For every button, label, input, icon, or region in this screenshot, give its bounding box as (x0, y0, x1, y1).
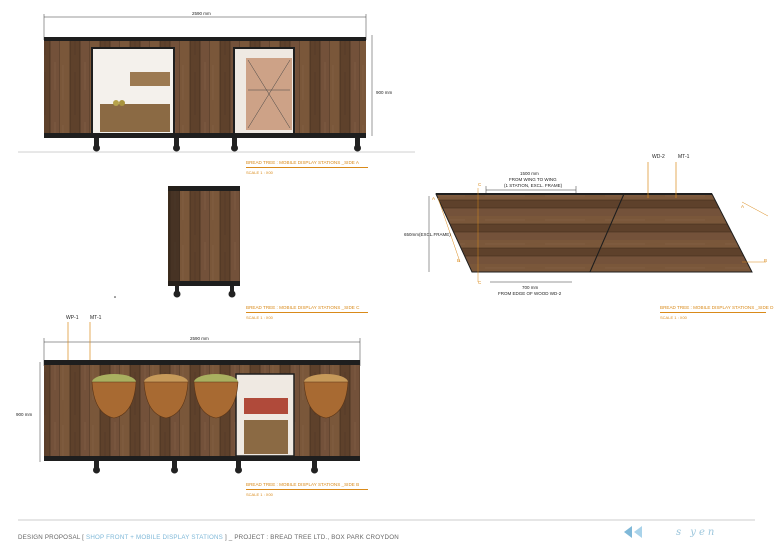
footer-suffix: ] _ PROJECT : BREAD TREE LTD., BOX PARK … (224, 534, 399, 541)
side-a-caption: BREAD TREE : MOBILE DISPLAY STATIONS _SI… (246, 160, 359, 165)
side-c-caption-underline (246, 312, 368, 313)
side-a-caption-underline (246, 167, 368, 168)
plan-dim-left: 650mm(EXCL.FRAME) (404, 232, 451, 237)
side-b-caption-underline (246, 489, 368, 490)
side-a-scale: SCALE 1 : X00 (246, 170, 273, 175)
plan-marker-c-top: C (478, 182, 482, 187)
drawing-canvas (18, 14, 769, 538)
side-b-wheels (93, 461, 318, 474)
plan-marker-b-right: B (764, 258, 768, 263)
side-b-height-dimension: 900 mm (16, 412, 33, 417)
plan-marker-a-right: A (741, 204, 745, 209)
footer-prefix: DESIGN PROPOSAL [ (18, 534, 85, 541)
side-c-scale: SCALE 1 : X00 (246, 315, 273, 320)
plan-caption-underline (660, 312, 766, 313)
footer-logo-text: s yen (676, 527, 718, 538)
side-b-scale: SCALE 1 : X00 (246, 492, 273, 497)
side-b-tag-mt: MT-1 (90, 315, 102, 321)
side-a-height-dimension: 900 mm (376, 90, 393, 95)
plan-tag-mt: MT-1 (678, 154, 690, 160)
side-a-width-dimension: 2590 mm (192, 11, 211, 16)
plan-view (428, 162, 769, 283)
plan-scale: SCALE 1 : X00 (660, 315, 687, 320)
plan-marker-a-left: A (432, 196, 436, 201)
side-b-caption: BREAD TREE : MOBILE DISPLAY STATIONS _SI… (246, 482, 360, 487)
plan-caption: BREAD TREE : MOBILE DISPLAY STATIONS _SI… (660, 305, 774, 310)
plan-marker-c-bottom: C (478, 280, 482, 285)
side-c-caption: BREAD TREE : MOBILE DISPLAY STATIONS _SI… (246, 305, 360, 310)
footer-highlight: SHOP FRONT + MOBILE DISPLAY STATIONS (86, 534, 224, 541)
plan-dim-top-value: 1500 mm (520, 171, 539, 176)
plan-marker-b-left: B (457, 258, 461, 263)
side-b-elevation (39, 322, 361, 474)
side-a-wheels (93, 138, 361, 152)
side-b-tag-wp: WP-1 (66, 315, 79, 321)
side-a-elevation (18, 14, 415, 153)
footer-caption: DESIGN PROPOSAL [ SHOP FRONT + MOBILE DI… (18, 534, 399, 541)
plan-dim-bottom-note: FROM EDGE OF WOOD WD-2 (498, 291, 562, 296)
plan-dim-top-line1: FROM WING TO WING (509, 177, 557, 182)
plan-dim-top-line2: (1 STATION, EXCL. FRAME) (504, 183, 563, 188)
side-c-elevation (114, 186, 240, 298)
side-b-width-dimension: 2590 mm (190, 336, 209, 341)
plan-dim-bottom-value: 700 mm (522, 285, 539, 290)
plan-tag-wd: WD-2 (652, 154, 665, 160)
footer-logo-mark (624, 526, 642, 538)
